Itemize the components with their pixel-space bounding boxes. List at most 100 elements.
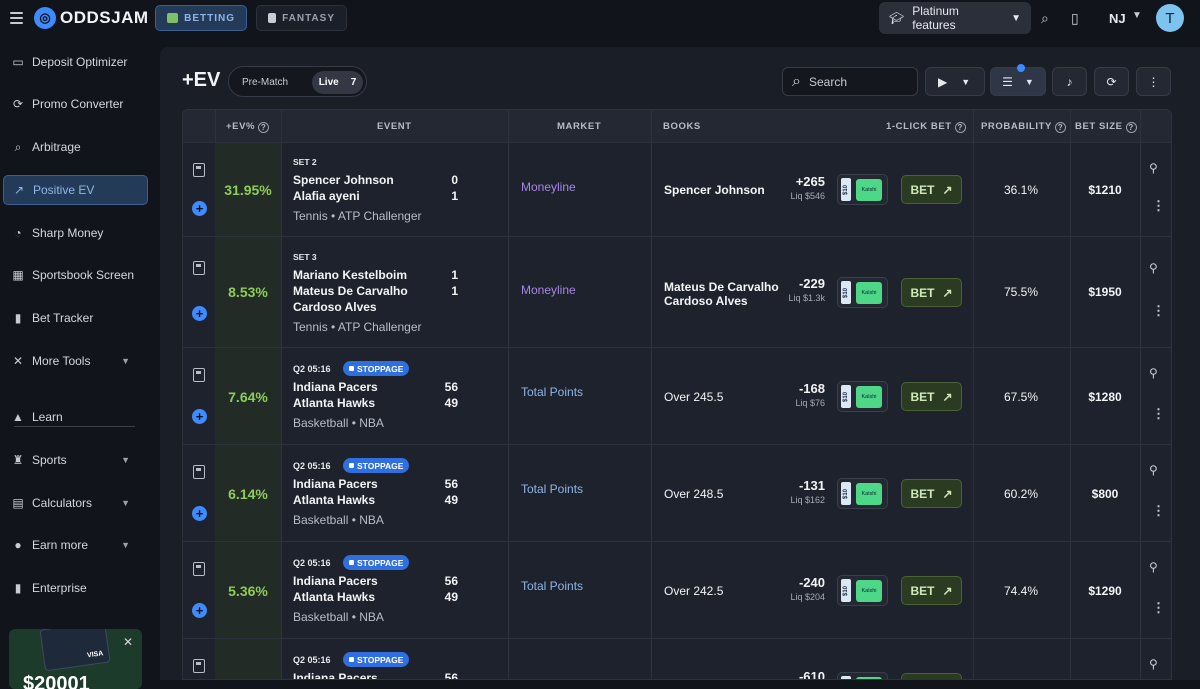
avatar[interactable]: T bbox=[1156, 4, 1184, 32]
row-menu-icon[interactable]: ⋮ bbox=[1152, 199, 1165, 212]
market-link[interactable]: Moneyline bbox=[521, 283, 576, 297]
sidebar-item-bet-tracker[interactable]: ▮ Bet Tracker bbox=[3, 303, 148, 333]
help-icon[interactable]: ? bbox=[258, 122, 270, 133]
sliders-icon: ☰ bbox=[1002, 74, 1013, 89]
header-one-click-bet[interactable]: 1-CLICK BET? bbox=[886, 121, 966, 133]
table-row[interactable]: + 5.36% Q2 05:16 STOPPAGE Indiana Pacers… bbox=[183, 542, 1171, 639]
table-row[interactable]: + 6.14% Q2 05:16 STOPPAGE Indiana Pacers… bbox=[183, 445, 1171, 542]
tab-fantasy[interactable]: FANTASY bbox=[256, 5, 347, 31]
table-row[interactable]: + 8.53% SET 3 Mariano Kestelboim Mateus … bbox=[183, 237, 1171, 348]
sportsbook-badge[interactable]: $10Kalshi bbox=[837, 277, 888, 308]
document-icon[interactable]: ▯ bbox=[1071, 10, 1079, 27]
table-row[interactable]: Q2 05:16 STOPPAGE Indiana Pacers 56 -610… bbox=[183, 639, 1171, 679]
bet-button[interactable]: BET↗ bbox=[901, 479, 962, 508]
help-icon[interactable]: ? bbox=[1125, 122, 1137, 133]
pin-icon[interactable]: ⚲ bbox=[1149, 261, 1158, 275]
sportsbook-badge[interactable]: $10Kalshi bbox=[837, 381, 888, 412]
help-icon[interactable]: ? bbox=[1055, 122, 1066, 133]
sidebar-item-label: Sports bbox=[32, 453, 67, 467]
sportsbook-badge[interactable]: $10Kalshi bbox=[837, 174, 888, 205]
market-link[interactable]: Total Points bbox=[521, 579, 583, 593]
more-options-button[interactable]: ⋮ bbox=[1136, 67, 1171, 96]
calculator-icon[interactable] bbox=[193, 261, 205, 275]
add-icon[interactable]: + bbox=[192, 506, 207, 521]
tab-live[interactable]: Live 7 bbox=[312, 71, 363, 94]
state-selector[interactable]: NJ bbox=[1109, 11, 1126, 26]
header-market[interactable]: MARKET bbox=[557, 121, 601, 132]
add-icon[interactable]: + bbox=[192, 409, 207, 424]
sidebar-item-positive-ev[interactable]: ↗ Positive EV bbox=[3, 175, 148, 205]
logo[interactable]: ◎ ODDSJAM bbox=[34, 7, 149, 29]
bet-button-label: BET bbox=[910, 486, 935, 501]
row-menu-icon[interactable]: ⋮ bbox=[1152, 407, 1165, 420]
calculator-icon[interactable] bbox=[193, 163, 205, 177]
add-icon[interactable]: + bbox=[192, 201, 207, 216]
calculator-icon[interactable] bbox=[193, 368, 205, 382]
pin-icon[interactable]: ⚲ bbox=[1149, 366, 1158, 380]
sportsbook-badge[interactable]: $10Kalshi bbox=[837, 672, 888, 679]
search-icon[interactable]: ⌕ bbox=[1041, 10, 1049, 27]
row-menu-icon[interactable]: ⋮ bbox=[1152, 601, 1165, 614]
sidebar-item-sportsbook-screen[interactable]: ▦ Sportsbook Screen bbox=[3, 260, 148, 290]
table-row[interactable]: + 7.64% Q2 05:16 STOPPAGE Indiana Pacers… bbox=[183, 348, 1171, 445]
sidebar-item-arbitrage[interactable]: ⌕ Arbitrage bbox=[3, 132, 148, 162]
sidebar-item-enterprise[interactable]: ▮ Enterprise bbox=[3, 573, 148, 603]
header-event[interactable]: EVENT bbox=[377, 121, 412, 132]
tab-betting[interactable]: BETTING bbox=[155, 5, 247, 31]
event-period: SET 2 bbox=[293, 157, 317, 167]
odds-block: -229 Liq $1.3k bbox=[763, 276, 825, 310]
market-link[interactable]: Total Points bbox=[521, 482, 583, 496]
sidebar-item-label: Arbitrage bbox=[32, 140, 81, 154]
calculator-icon[interactable] bbox=[193, 465, 205, 479]
pin-icon[interactable]: ⚲ bbox=[1149, 657, 1158, 671]
promo-banner[interactable]: VISA ✕ $20001 bbox=[9, 629, 142, 689]
bet-button[interactable]: BET↗ bbox=[901, 175, 962, 204]
row-menu-icon[interactable]: ⋮ bbox=[1152, 504, 1165, 517]
sidebar-item-calculators[interactable]: ▤ Calculators ▼ bbox=[3, 488, 148, 518]
sidebar-item-more-tools[interactable]: ✕ More Tools ▼ bbox=[3, 346, 148, 376]
header-books[interactable]: BOOKS bbox=[663, 121, 701, 132]
header-ev[interactable]: +EV%? bbox=[226, 121, 270, 133]
search-field[interactable]: ⌕ Search bbox=[782, 67, 918, 96]
play-button[interactable]: ▶ ▼ bbox=[925, 67, 985, 96]
sportsbook-badge[interactable]: $10Kalshi bbox=[837, 575, 888, 606]
help-icon[interactable]: ? bbox=[954, 122, 966, 133]
market-link[interactable]: Total Points bbox=[521, 385, 583, 399]
row-menu-icon[interactable]: ⋮ bbox=[1152, 304, 1165, 317]
kalshi-logo: Kalshi bbox=[856, 386, 882, 408]
table-row[interactable]: + 31.95% SET 2 Spencer Johnson Alafia ay… bbox=[183, 143, 1171, 237]
pin-icon[interactable]: ⚲ bbox=[1149, 161, 1158, 175]
bet-button[interactable]: BET↗ bbox=[901, 673, 962, 679]
sidebar-item-label: Calculators bbox=[32, 496, 93, 510]
kebab-icon: ⋮ bbox=[1147, 74, 1160, 89]
bar-chart-icon: ▮ bbox=[14, 581, 22, 595]
sidebar-item-label: More Tools bbox=[32, 354, 91, 368]
platinum-features-button[interactable]: 🎓︎ Platinum features ▼ bbox=[879, 2, 1031, 34]
pin-icon[interactable]: ⚲ bbox=[1149, 560, 1158, 574]
sidebar-item-learn[interactable]: ▲ Learn bbox=[3, 402, 148, 432]
team-2: Atlanta Hawks bbox=[293, 590, 376, 604]
sidebar-item-deposit-optimizer[interactable]: ▭ Deposit Optimizer bbox=[3, 47, 148, 77]
sidebar-item-promo-converter[interactable]: ⟳ Promo Converter bbox=[3, 89, 148, 119]
bet-button[interactable]: BET↗ bbox=[901, 278, 962, 307]
calculator-icon[interactable] bbox=[193, 659, 205, 673]
sidebar-item-sports[interactable]: ♜ Sports ▼ bbox=[3, 445, 148, 475]
sportsbook-badge[interactable]: $10Kalshi bbox=[837, 478, 888, 509]
tab-pre-match[interactable]: Pre-Match bbox=[242, 77, 288, 88]
search-input[interactable]: Search bbox=[809, 75, 847, 89]
market-link[interactable]: Moneyline bbox=[521, 180, 576, 194]
bell-button[interactable]: ♪ bbox=[1052, 67, 1087, 96]
bet-button[interactable]: BET↗ bbox=[901, 382, 962, 411]
add-icon[interactable]: + bbox=[192, 306, 207, 321]
calculator-icon[interactable] bbox=[193, 562, 205, 576]
close-icon[interactable]: ✕ bbox=[123, 635, 133, 649]
sidebar-item-sharp-money[interactable]: ◔ Sharp Money bbox=[3, 218, 148, 248]
menu-icon[interactable] bbox=[10, 12, 23, 24]
pin-icon[interactable]: ⚲ bbox=[1149, 463, 1158, 477]
sidebar-item-earn-more[interactable]: ● Earn more ▼ bbox=[3, 530, 148, 560]
header-probability[interactable]: PROBABILITY? bbox=[981, 121, 1066, 133]
add-icon[interactable]: + bbox=[192, 603, 207, 618]
bet-button[interactable]: BET↗ bbox=[901, 576, 962, 605]
header-bet-size[interactable]: BET SIZE? bbox=[1075, 121, 1137, 133]
refresh-button[interactable]: ⟳ bbox=[1094, 67, 1129, 96]
